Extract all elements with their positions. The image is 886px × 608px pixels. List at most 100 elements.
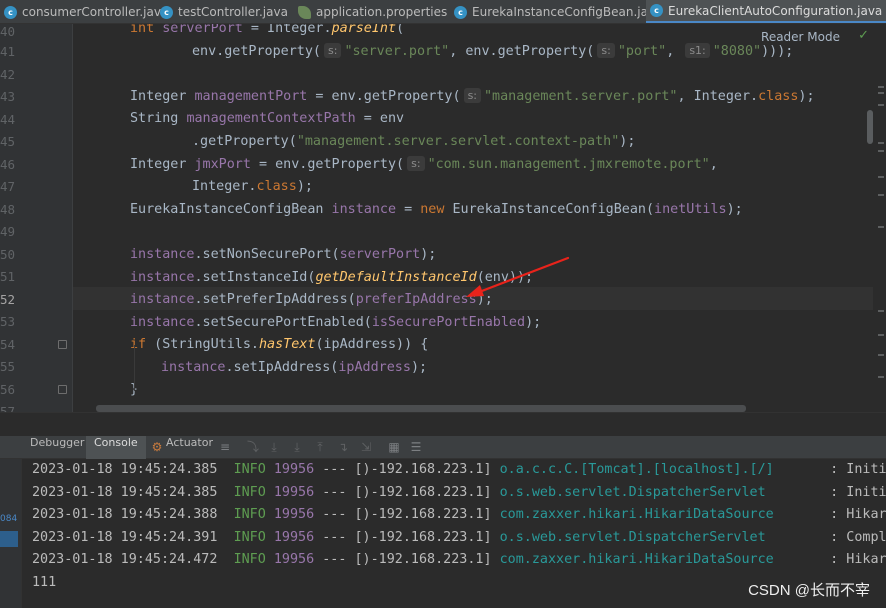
red-arrow-annotation <box>466 256 570 297</box>
log-line: 2023-01-18 19:45:24.391 INFO 19956 --- [… <box>32 530 886 545</box>
stripe-marker[interactable] <box>878 334 884 336</box>
fold-marker[interactable] <box>58 385 67 394</box>
code-line-43: Integer managementPort = env.getProperty… <box>130 88 815 104</box>
line-number: 47 <box>0 179 16 194</box>
code-line-47: Integer.class); <box>192 179 313 194</box>
horizontal-scrollbar[interactable] <box>96 405 746 412</box>
frame-badge: 084 <box>0 514 18 524</box>
param-hint: s: <box>463 88 481 103</box>
settings-icon[interactable]: ☰ <box>410 441 422 454</box>
line-number: 42 <box>0 67 16 82</box>
log-line: 2023-01-18 19:45:24.385 INFO 19956 --- [… <box>32 462 886 477</box>
panel-splitter[interactable] <box>0 412 886 436</box>
param-hint: s: <box>324 43 342 58</box>
code-editor[interactable]: 40 41 42 43 44 45 46 47 48 49 50 51 52 5… <box>0 24 886 412</box>
vertical-scrollbar-thumb[interactable] <box>867 110 873 144</box>
editor-tab-bar: c consumerController.java c testControll… <box>0 0 886 24</box>
stripe-marker[interactable] <box>878 150 884 152</box>
param-hint: s: <box>597 43 615 58</box>
gutter-separator <box>72 24 73 412</box>
tab-label: EurekaClientAutoConfiguration.java <box>668 3 883 18</box>
checkmark-icon[interactable]: ✓ <box>858 28 869 43</box>
show-execution-point-icon[interactable]: ⤵ <box>247 441 259 454</box>
code-line-41: env.getProperty(s: "server.port", env.get… <box>192 43 794 59</box>
stripe-marker[interactable] <box>878 86 884 88</box>
tab-label: application.properties <box>316 5 448 19</box>
code-line-55: instance.setIpAddress(ipAddress); <box>161 360 428 375</box>
fold-marker[interactable] <box>58 340 67 349</box>
locked-class-icon: c <box>454 5 467 19</box>
param-hint: s: <box>407 156 425 171</box>
line-number: 50 <box>0 247 16 262</box>
class-icon: c <box>160 5 173 19</box>
properties-icon <box>298 5 311 19</box>
stripe-marker[interactable] <box>878 376 884 378</box>
actuator-icon: ⚙ <box>151 440 163 454</box>
tab-eureka-instance-config-bean[interactable]: c EurekaInstanceConfigBean.java <box>450 0 663 23</box>
code-line-50: instance.setNonSecurePort(serverPort); <box>130 247 437 262</box>
code-line-40: int serverPort = Integer.parseInt( <box>130 24 405 36</box>
tab-test-controller[interactable]: c testController.java <box>156 0 288 23</box>
tab-application-properties[interactable]: application.properties <box>294 0 448 23</box>
code-line-52: instance.setPreferIpAddress(preferIpAddr… <box>130 292 493 307</box>
param-hint: s1: <box>685 43 710 58</box>
stripe-marker[interactable] <box>878 142 884 144</box>
code-line-53: instance.setSecurePortEnabled(isSecurePo… <box>130 315 542 330</box>
tab-consumer-controller[interactable]: c consumerController.java <box>0 0 169 23</box>
debug-toolbar: Debugger Console Actuator ⚙ ≡ ⤵ ⤓ ⤓ ⤒ ↴ … <box>0 436 886 459</box>
line-number: 43 <box>0 89 16 104</box>
reader-mode-button[interactable]: Reader Mode <box>761 30 840 44</box>
tab-console[interactable]: Console <box>86 436 146 459</box>
tab-debugger[interactable]: Debugger <box>22 436 92 459</box>
stripe-marker[interactable] <box>878 310 884 312</box>
code-line-46: Integer jmxPort = env.getProperty(s: "com… <box>130 156 718 172</box>
line-number: 54 <box>0 337 16 352</box>
tab-eureka-client-auto-configuration[interactable]: c EurekaClientAutoConfiguration.java ✕ <box>646 0 886 23</box>
line-number: 48 <box>0 202 16 217</box>
stripe-marker[interactable] <box>878 354 884 356</box>
csdn-watermark: CSDN @长而不宰 <box>748 582 870 599</box>
code-line-45: .getProperty("management.server.servlet.… <box>192 134 636 149</box>
run-to-cursor-icon[interactable]: ↴ <box>337 441 349 454</box>
stripe-marker[interactable] <box>878 104 884 106</box>
editor-gutter <box>0 24 72 412</box>
line-number: 46 <box>0 157 16 172</box>
line-number: 53 <box>0 314 16 329</box>
line-number: 41 <box>0 44 16 59</box>
menu-icon[interactable]: ≡ <box>219 441 231 454</box>
step-into-icon[interactable]: ⤓ <box>291 441 303 454</box>
actuator-label: Actuator <box>166 436 213 449</box>
selected-frame-bar[interactable] <box>0 531 18 547</box>
stripe-marker[interactable] <box>878 194 884 196</box>
log-line: 2023-01-18 19:45:24.472 INFO 19956 --- [… <box>32 552 886 567</box>
line-number: 51 <box>0 269 16 284</box>
stripe-marker[interactable] <box>878 176 884 178</box>
step-over-icon[interactable]: ⤓ <box>268 441 280 454</box>
line-number: 40 <box>0 24 16 39</box>
log-line: 2023-01-18 19:45:24.388 INFO 19956 --- [… <box>32 507 886 522</box>
line-number: 55 <box>0 359 16 374</box>
line-number: 52 <box>0 292 16 307</box>
locked-class-icon: c <box>650 4 663 17</box>
step-out-icon[interactable]: ⤒ <box>314 441 326 454</box>
log-line: 2023-01-18 19:45:24.385 INFO 19956 --- [… <box>32 485 886 500</box>
stripe-marker[interactable] <box>878 226 884 228</box>
code-line-44: String managementContextPath = env <box>130 111 405 126</box>
evaluate-table-icon[interactable]: ▦ <box>388 441 400 454</box>
code-line-54: if (StringUtils.hasText(ipAddress)) { <box>130 337 429 352</box>
tab-label: consumerController.java <box>22 5 169 19</box>
line-number: 44 <box>0 112 16 127</box>
indent-guide <box>134 345 135 391</box>
console-left-strip: 084 <box>0 459 22 608</box>
line-number: 57 <box>0 404 16 412</box>
line-number: 45 <box>0 134 16 149</box>
code-line-48: EurekaInstanceConfigBean instance = new … <box>130 202 743 217</box>
tab-label: testController.java <box>178 5 288 19</box>
console-output-line: 111 <box>32 575 57 590</box>
class-icon: c <box>4 5 17 19</box>
force-step-icon[interactable]: ⇲ <box>360 441 372 454</box>
line-number: 56 <box>0 382 16 397</box>
tab-label: EurekaInstanceConfigBean.java <box>472 5 663 19</box>
line-number: 49 <box>0 224 16 239</box>
stripe-marker[interactable] <box>878 92 884 94</box>
